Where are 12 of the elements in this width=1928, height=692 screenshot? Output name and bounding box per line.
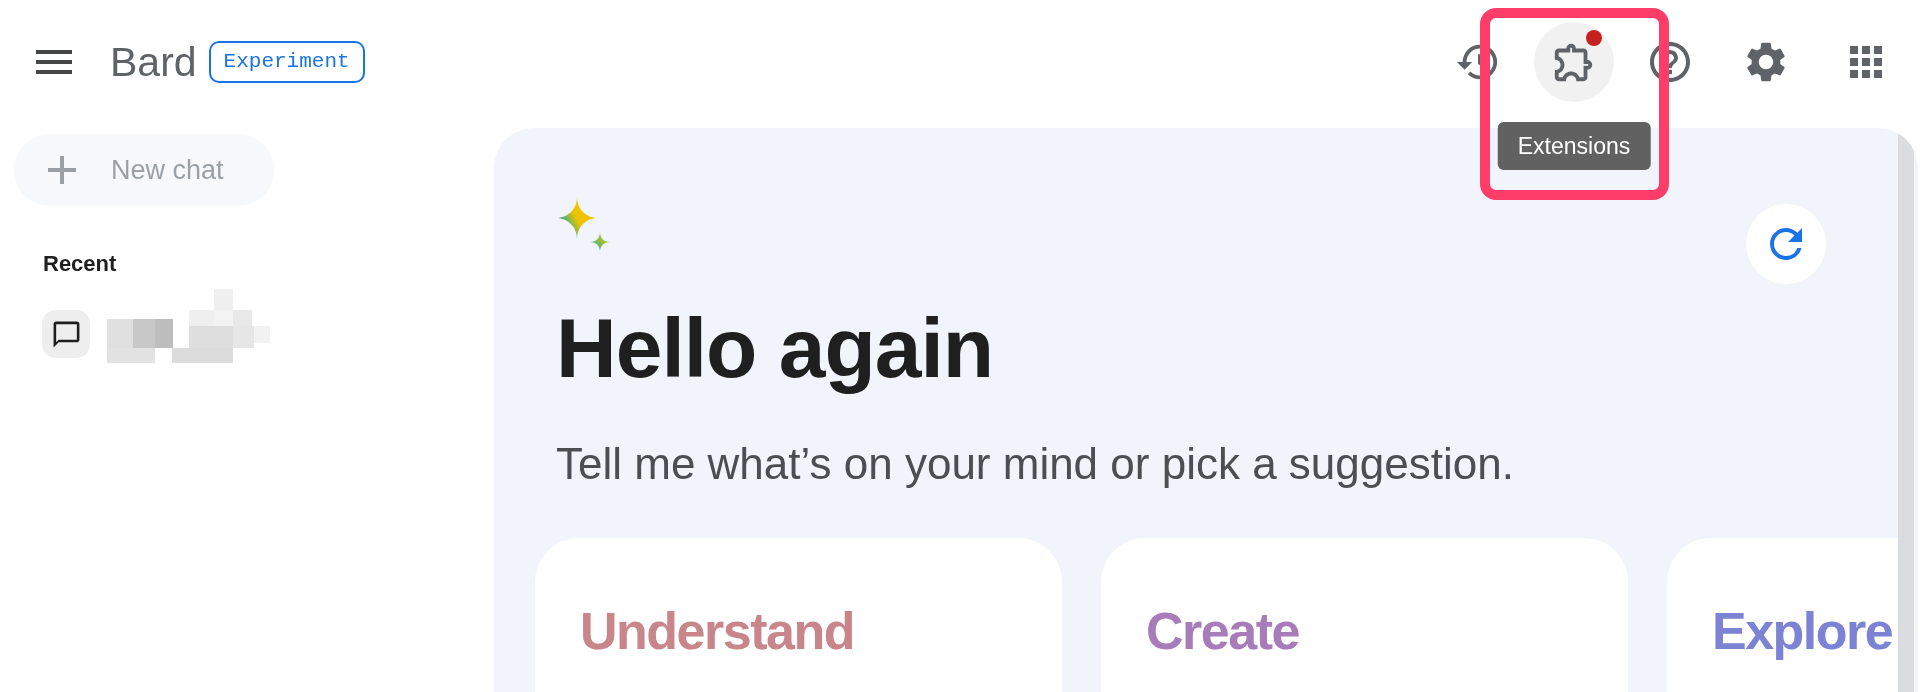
suggestion-card[interactable]: Create [1101, 537, 1628, 692]
section-heading: Recent [43, 251, 117, 278]
card-title: Create [1146, 600, 1299, 662]
tooltip: Extensions [1497, 122, 1651, 170]
prompt-text: Tell me what’s on your mind or pick a suggestion. [556, 438, 1514, 490]
suggestion-card[interactable]: Understand [535, 537, 1062, 692]
experiment-badge: Experiment [208, 41, 365, 83]
chat-bubble-icon[interactable] [42, 310, 90, 359]
card-title: Understand [580, 600, 854, 662]
app-name: Bard [110, 41, 197, 83]
suggestion-card[interactable]: Explore [1667, 537, 1898, 692]
card-title: Explore [1712, 600, 1893, 662]
